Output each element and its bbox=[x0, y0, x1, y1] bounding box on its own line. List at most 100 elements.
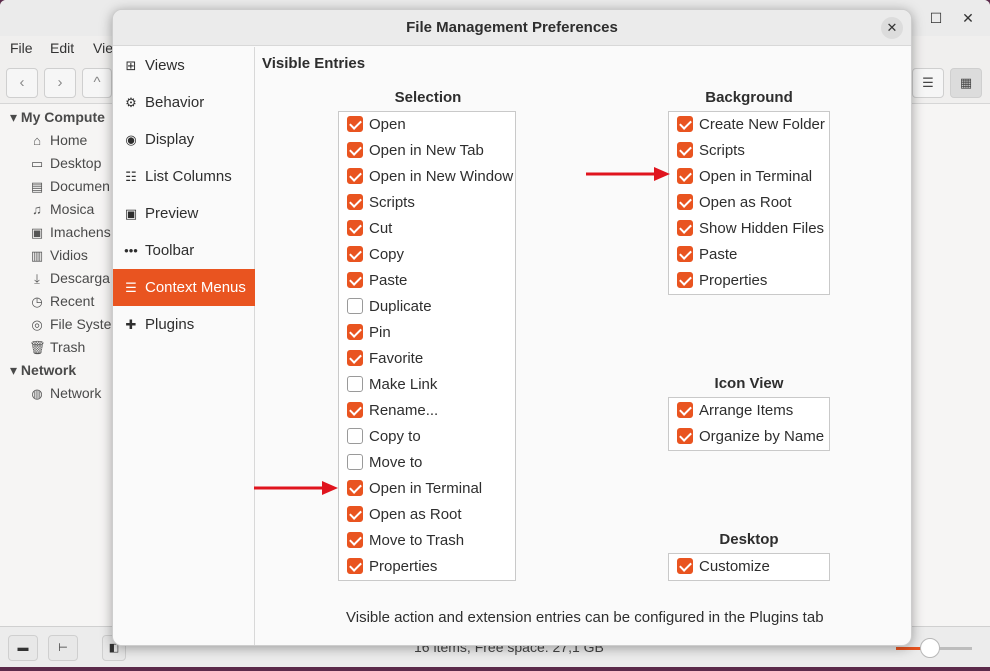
checkbox-unchecked-icon[interactable] bbox=[347, 454, 363, 470]
documents-icon: ▤ bbox=[30, 179, 44, 194]
checkbox-desktop-customize[interactable]: Customize bbox=[677, 554, 770, 580]
sidebar-item-documents[interactable]: ▤ Documen bbox=[29, 178, 110, 195]
checkbox-checked-icon[interactable] bbox=[347, 168, 363, 184]
checkbox-checked-icon[interactable] bbox=[677, 142, 693, 158]
checkbox-background-paste[interactable]: Paste bbox=[677, 242, 737, 268]
checkbox-selection-open-in-terminal[interactable]: Open in Terminal bbox=[347, 476, 482, 502]
sidebar-item-filesystem[interactable]: ◎ File Syste bbox=[29, 316, 111, 333]
checkbox-checked-icon[interactable] bbox=[347, 480, 363, 496]
checkbox-checked-icon[interactable] bbox=[347, 506, 363, 522]
checkbox-background-properties[interactable]: Properties bbox=[677, 268, 767, 294]
checkbox-checked-icon[interactable] bbox=[347, 272, 363, 288]
checkbox-checked-icon[interactable] bbox=[677, 558, 693, 574]
zoom-slider-handle[interactable] bbox=[920, 638, 941, 658]
checkbox-checked-icon[interactable] bbox=[677, 168, 693, 184]
checkbox-unchecked-icon[interactable] bbox=[347, 376, 363, 392]
menu-file[interactable]: File bbox=[10, 40, 33, 56]
checkbox-checked-icon[interactable] bbox=[677, 428, 693, 444]
tree-toggle-button[interactable]: ⊢ bbox=[48, 635, 78, 661]
checkbox-background-scripts[interactable]: Scripts bbox=[677, 138, 745, 164]
checkbox-label: Favorite bbox=[369, 350, 424, 367]
checkbox-checked-icon[interactable] bbox=[347, 194, 363, 210]
dialog-close-button[interactable]: ✕ bbox=[881, 17, 903, 39]
checkbox-selection-make-link[interactable]: Make Link bbox=[347, 372, 437, 398]
menu-view[interactable]: Vie bbox=[93, 40, 113, 56]
sidebar-item-music[interactable]: ♫ Mosica bbox=[29, 201, 94, 217]
menu-edit[interactable]: Edit bbox=[50, 40, 74, 56]
list-view-button[interactable]: ☰ bbox=[912, 68, 944, 98]
sidebar-item-list-columns[interactable]: ☷ List Columns bbox=[113, 158, 255, 195]
checkbox-checked-icon[interactable] bbox=[677, 246, 693, 262]
checkbox-checked-icon[interactable] bbox=[347, 142, 363, 158]
checkbox-background-open-in-terminal[interactable]: Open in Terminal bbox=[677, 164, 812, 190]
checkbox-selection-paste[interactable]: Paste bbox=[347, 268, 407, 294]
sidebar-item-preview[interactable]: ▣ Preview bbox=[113, 195, 255, 232]
checkbox-selection-open[interactable]: Open bbox=[347, 112, 406, 138]
sidebar-item-label: Desktop bbox=[50, 155, 102, 171]
close-window-icon[interactable]: ✕ bbox=[958, 8, 978, 28]
checkbox-icon-view-organize-by-name[interactable]: Organize by Name bbox=[677, 424, 824, 450]
checkbox-selection-scripts[interactable]: Scripts bbox=[347, 190, 415, 216]
sidebar-item-context-menus[interactable]: ☰ Context Menus bbox=[113, 269, 255, 306]
checkbox-checked-icon[interactable] bbox=[677, 220, 693, 236]
selection-group: Open Open in New Tab Open in New Window Scr… bbox=[338, 111, 516, 581]
network-icon: ◍ bbox=[31, 386, 43, 401]
sidebar-item-home[interactable]: ⌂ Home bbox=[29, 132, 87, 148]
checkbox-selection-move-to[interactable]: Move to bbox=[347, 450, 422, 476]
checkbox-selection-favorite[interactable]: Favorite bbox=[347, 346, 423, 372]
checkbox-selection-move-to-trash[interactable]: Move to Trash bbox=[347, 528, 464, 554]
checkbox-icon-view-arrange-items[interactable]: Arrange Items bbox=[677, 398, 793, 424]
preferences-dialog: File Management Preferences ✕ ⊞ Views ⚙ Be… bbox=[112, 9, 912, 646]
network-heading[interactable]: ▾ Network bbox=[10, 362, 76, 379]
checkbox-selection-rename[interactable]: Rename... bbox=[347, 398, 438, 424]
checkbox-background-show-hidden-files[interactable]: Show Hidden Files bbox=[677, 216, 824, 242]
sidebar-item-plugins[interactable]: ✚ Plugins bbox=[113, 306, 255, 343]
checkbox-label: Properties bbox=[369, 558, 438, 575]
checkbox-checked-icon[interactable] bbox=[347, 116, 363, 132]
checkbox-checked-icon[interactable] bbox=[677, 272, 693, 288]
my-computer-heading[interactable]: ▾ My Compute bbox=[10, 109, 105, 126]
back-button[interactable]: ‹ bbox=[6, 68, 38, 98]
sidebar-item-trash[interactable]: 🗑 Trash bbox=[29, 339, 85, 356]
checkbox-unchecked-icon[interactable] bbox=[347, 428, 363, 444]
checkbox-selection-copy[interactable]: Copy bbox=[347, 242, 404, 268]
checkbox-checked-icon[interactable] bbox=[347, 220, 363, 236]
checkbox-selection-open-in-new-tab[interactable]: Open in New Tab bbox=[347, 138, 484, 164]
checkbox-checked-icon[interactable] bbox=[347, 324, 363, 340]
sidebar-item-views[interactable]: ⊞ Views bbox=[113, 47, 255, 84]
sidebar-item-label: Trash bbox=[50, 339, 86, 355]
checkbox-checked-icon[interactable] bbox=[677, 116, 693, 132]
checkbox-background-create-new-folder[interactable]: Create New Folder bbox=[677, 112, 825, 138]
checkbox-selection-properties[interactable]: Properties bbox=[347, 554, 437, 580]
icon-view-button[interactable]: ▦ bbox=[950, 68, 982, 98]
checkbox-selection-cut[interactable]: Cut bbox=[347, 216, 392, 242]
checkbox-unchecked-icon[interactable] bbox=[347, 298, 363, 314]
sidebar-item-desktop[interactable]: ▭ Desktop bbox=[29, 155, 102, 172]
checkbox-checked-icon[interactable] bbox=[347, 246, 363, 262]
checkbox-checked-icon[interactable] bbox=[347, 350, 363, 366]
checkbox-checked-icon[interactable] bbox=[347, 532, 363, 548]
sidebar-item-behavior[interactable]: ⚙ Behavior bbox=[113, 84, 255, 121]
checkbox-checked-icon[interactable] bbox=[677, 402, 693, 418]
sidebar-item-display[interactable]: ◉ Display bbox=[113, 121, 255, 158]
sidebar-item-network[interactable]: ◍ Network bbox=[29, 385, 101, 402]
sidebar-item-toolbar[interactable]: ••• Toolbar bbox=[113, 232, 255, 269]
checkbox-selection-duplicate[interactable]: Duplicate bbox=[347, 294, 432, 320]
checkbox-checked-icon[interactable] bbox=[677, 194, 693, 210]
places-toggle-button[interactable]: ▬ bbox=[8, 635, 38, 661]
checkbox-checked-icon[interactable] bbox=[347, 402, 363, 418]
maximize-icon[interactable]: ☐ bbox=[926, 8, 946, 28]
sidebar-item-videos[interactable]: ▥ Vidios bbox=[29, 247, 88, 264]
sidebar-item-downloads[interactable]: ⤓ Descarga bbox=[29, 270, 110, 287]
sidebar-item-recent[interactable]: ◷ Recent bbox=[29, 293, 94, 310]
forward-button[interactable]: › bbox=[44, 68, 76, 98]
checkbox-background-open-as-root[interactable]: Open as Root bbox=[677, 190, 792, 216]
sidebar-item-pictures[interactable]: ▣ Imachens bbox=[29, 224, 111, 241]
checkbox-checked-icon[interactable] bbox=[347, 558, 363, 574]
up-button[interactable]: ^ bbox=[82, 68, 112, 98]
checkbox-selection-copy-to[interactable]: Copy to bbox=[347, 424, 421, 450]
checkbox-selection-open-in-new-window[interactable]: Open in New Window bbox=[347, 164, 513, 190]
annotation-arrow-head bbox=[322, 481, 338, 495]
checkbox-selection-open-as-root[interactable]: Open as Root bbox=[347, 502, 462, 528]
checkbox-selection-pin[interactable]: Pin bbox=[347, 320, 391, 346]
